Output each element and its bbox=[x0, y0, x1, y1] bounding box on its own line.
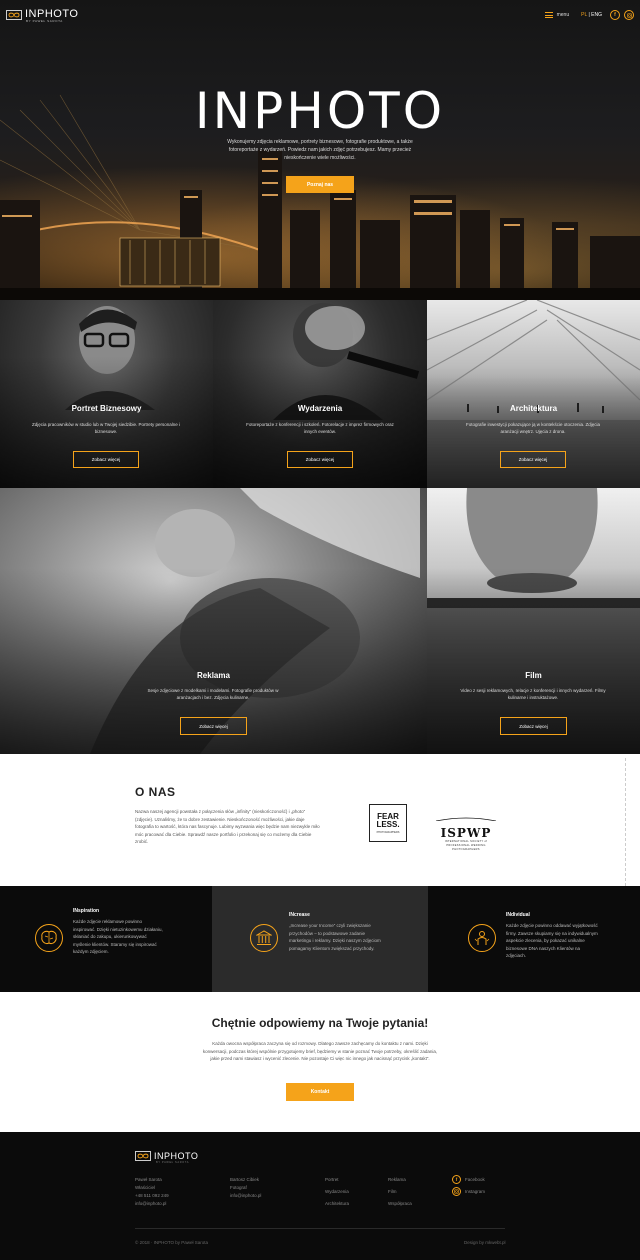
footer-link-portret[interactable]: Portret bbox=[325, 1174, 349, 1186]
category-tile-architecture[interactable]: Architektura Fotografie inwestycji pokaz… bbox=[427, 300, 640, 488]
footer-owner-role: Właściciel bbox=[135, 1185, 156, 1190]
category-title: Architektura bbox=[509, 404, 558, 413]
contact-button[interactable]: Kontakt bbox=[286, 1083, 354, 1101]
footer-link-architektura[interactable]: Architektura bbox=[325, 1198, 349, 1210]
feature-text: Każde zdjęcie reklamowe powinno inspirow… bbox=[73, 919, 163, 954]
category-title: Wydarzenia bbox=[297, 404, 343, 413]
footer-photographer-name: Bartosz Cibiek bbox=[230, 1177, 260, 1182]
category-more-button[interactable]: Zobacz więcej bbox=[500, 451, 566, 468]
footer-brand-tagline: BY PAWEŁ SAROTA bbox=[156, 1161, 190, 1164]
about-title: O NAS bbox=[135, 785, 176, 799]
fearless-badge: FEAR LESS. PHOTOGRAPHERS bbox=[369, 804, 407, 842]
brain-icon bbox=[35, 924, 63, 952]
category-tile-events[interactable]: Wydarzenia Fotoreportaże z konferencji i… bbox=[213, 300, 427, 488]
bank-icon bbox=[250, 924, 278, 952]
footer-facebook-label: Facebook bbox=[465, 1177, 485, 1182]
feature-title: INdividual bbox=[506, 912, 530, 918]
contact-section: Chętnie odpowiemy na Twoje pytania! Każd… bbox=[0, 992, 640, 1132]
ispwp-badge: ISPWP INTERNATIONAL SOCIETY of PROFESSIO… bbox=[434, 808, 498, 852]
category-description: Sesje zdjęciowe z modelkami i modelami. … bbox=[147, 688, 279, 700]
brand-tagline: BY PAWEŁ SAROTA bbox=[26, 19, 63, 23]
footer-link-reklama[interactable]: Reklama bbox=[388, 1174, 412, 1186]
footer-contact-owner: Paweł Sarota Właściciel +48 511 092 249 … bbox=[135, 1176, 169, 1208]
feature-title: INcrease bbox=[289, 912, 310, 918]
feature-inspiration: INspiration Każde zdjęcie reklamowe powi… bbox=[0, 886, 212, 992]
instagram-icon bbox=[452, 1187, 461, 1196]
category-title: Portret Biznesowy bbox=[71, 404, 142, 413]
footer-copyright: © 2018 · INPHOTO by Paweł Sarota bbox=[135, 1240, 209, 1245]
hero-title: INPHOTO bbox=[194, 82, 446, 140]
category-description: Video z sesji reklamowych, relacje z kon… bbox=[460, 688, 606, 700]
infinity-logo-icon bbox=[6, 9, 22, 20]
footer-design-credit[interactable]: Design by mkwebt.pl bbox=[464, 1240, 506, 1245]
footer-owner-phone[interactable]: +48 511 092 249 bbox=[135, 1192, 169, 1200]
footer-link-film[interactable]: Film bbox=[388, 1186, 412, 1198]
footer-owner-name: Paweł Sarota bbox=[135, 1177, 162, 1182]
category-more-button[interactable]: Zobacz więcej bbox=[500, 717, 567, 735]
hero-section: INPHOTO BY PAWEŁ SAROTA menu PL | ENG f … bbox=[0, 0, 640, 300]
category-tile-film[interactable]: Film Video z sesji reklamowych, relacje … bbox=[427, 488, 640, 754]
person-icon bbox=[468, 924, 496, 952]
hamburger-menu-icon[interactable] bbox=[544, 12, 553, 18]
category-more-button[interactable]: Zobacz więcej bbox=[73, 451, 139, 468]
fearless-badge-title: FEAR LESS. bbox=[376, 811, 400, 829]
footer-contact-photographer: Bartosz Cibiek Fotograf info@inphoto.pl bbox=[230, 1176, 261, 1200]
footer-photographer-role: Fotograf bbox=[230, 1185, 247, 1190]
fearless-badge-sub: PHOTOGRAPHERS bbox=[376, 830, 400, 834]
footer-divider bbox=[135, 1228, 505, 1229]
category-description: Fotoreportaże z konferencji i szkoleń. F… bbox=[246, 422, 394, 434]
footer-links-2: Reklama Film Współpraca bbox=[388, 1174, 412, 1210]
hero-description: Wykonujemy zdjęcia reklamowe, portrety b… bbox=[227, 139, 413, 161]
lang-eng[interactable]: ENG bbox=[591, 12, 602, 18]
facebook-icon: f bbox=[452, 1175, 461, 1184]
language-switch: PL | ENG bbox=[581, 12, 602, 18]
category-title: Film bbox=[525, 671, 542, 680]
instagram-icon[interactable] bbox=[624, 10, 634, 20]
ispwp-arc-icon bbox=[435, 817, 497, 822]
about-text: Nazwa naszej agencji powstała z połączen… bbox=[135, 809, 320, 844]
category-tile-advertising[interactable]: Reklama Sesje zdjęciowe z modelkami i mo… bbox=[0, 488, 427, 754]
category-tile-portrait[interactable]: Portret Biznesowy Zdjęcia pracowników w … bbox=[0, 300, 213, 488]
feature-title: INspiration bbox=[73, 908, 100, 914]
nav-right: menu PL | ENG f bbox=[544, 10, 634, 20]
footer-brand-name: INPHOTO bbox=[154, 1150, 199, 1161]
category-more-button[interactable]: Zobacz więcej bbox=[180, 717, 247, 735]
footer-instagram-label: Instagram bbox=[465, 1189, 486, 1194]
category-title: Reklama bbox=[197, 671, 230, 680]
footer-owner-email[interactable]: info@inphoto.pl bbox=[135, 1200, 169, 1208]
feature-increase: INcrease „Increase your Income” czyli zw… bbox=[212, 886, 428, 992]
lang-separator: | bbox=[588, 12, 590, 18]
lang-pl[interactable]: PL bbox=[581, 12, 587, 18]
category-description: Zdjęcia pracowników w studio lub w Twoje… bbox=[32, 422, 180, 434]
footer-facebook-link[interactable]: f Facebook bbox=[452, 1175, 485, 1184]
footer-links-1: Portret Wydarzenia Architektura bbox=[325, 1174, 349, 1210]
top-navigation: INPHOTO BY PAWEŁ SAROTA menu PL | ENG f bbox=[0, 0, 640, 30]
hero-cta-button[interactable]: Poznaj nas bbox=[286, 176, 354, 193]
footer-link-wspolpraca[interactable]: Współpraca bbox=[388, 1198, 412, 1210]
about-section: O NAS Nazwa naszej agencji powstała z po… bbox=[0, 754, 640, 886]
feature-individual: INdividual Każde zdjęcie powinno oddawać… bbox=[428, 886, 640, 992]
footer-link-wydarzenia[interactable]: Wydarzenia bbox=[325, 1186, 349, 1198]
footer: INPHOTO BY PAWEŁ SAROTA Paweł Sarota Wła… bbox=[0, 1132, 640, 1260]
ispwp-badge-title: ISPWP bbox=[440, 826, 492, 840]
menu-label[interactable]: menu bbox=[557, 12, 570, 18]
footer-instagram-link[interactable]: Instagram bbox=[452, 1187, 485, 1196]
facebook-icon[interactable]: f bbox=[610, 10, 620, 20]
ispwp-badge-sub: INTERNATIONAL SOCIETY of PROFESSIONAL WE… bbox=[444, 840, 488, 851]
footer-photographer-email[interactable]: info@inphoto.pl bbox=[230, 1192, 261, 1200]
category-more-button[interactable]: Zobacz więcej bbox=[287, 451, 353, 468]
category-description: Fotografie inwestycji pokazujące ją w ko… bbox=[465, 422, 601, 434]
footer-logo[interactable]: INPHOTO bbox=[135, 1151, 198, 1161]
decorative-dashed-line bbox=[625, 758, 626, 886]
contact-text: Każda owocna współpraca zaczyna się od r… bbox=[202, 1041, 438, 1061]
contact-title: Chętnie odpowiemy na Twoje pytania! bbox=[211, 1016, 429, 1030]
infinity-logo-icon bbox=[135, 1151, 151, 1161]
feature-text: Każde zdjęcie powinno oddawać wyjątkowoś… bbox=[506, 923, 598, 958]
feature-text: „Increase your Income” czyli zwiększanie… bbox=[289, 923, 381, 951]
